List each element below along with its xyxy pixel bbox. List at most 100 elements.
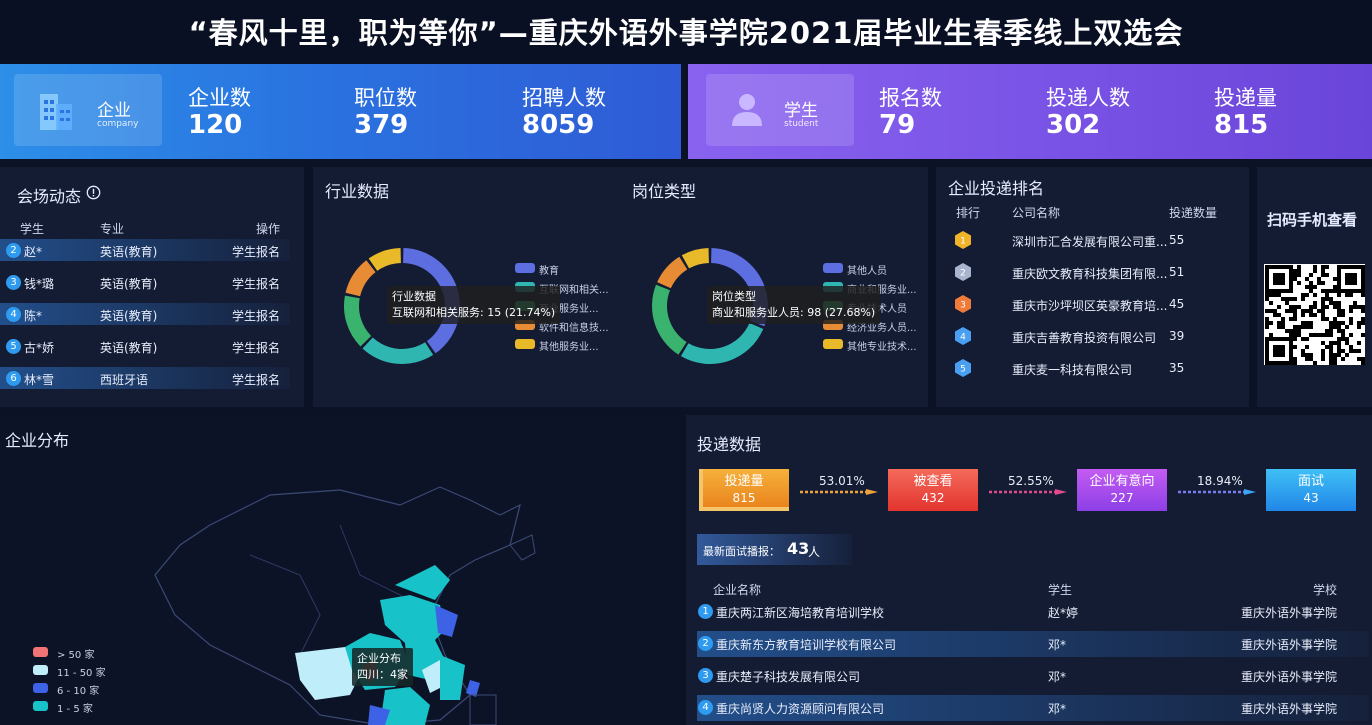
qr-panel: 扫码手机查看: [1257, 167, 1372, 407]
donut-slice-1[interactable]: [362, 337, 434, 364]
delivery-count-value: 815: [1214, 110, 1269, 140]
ranking-panel: 企业投递排名 排行 公司名称 投递数量 1 深圳市汇合发展有限公司重... 55…: [936, 167, 1249, 407]
donut-slice-2[interactable]: [344, 295, 372, 347]
silver-medal-icon: 2: [955, 263, 971, 281]
info-circle-icon[interactable]: [86, 185, 101, 200]
funnel-arrow-icon: [1178, 489, 1256, 495]
ranking-company-name: 深圳市汇合发展有限公司重...: [1012, 235, 1168, 249]
latest-interview-banner: 最新面试播报： 43 人: [697, 534, 852, 565]
venue-header-student: 学生: [20, 222, 45, 236]
company-count-label: 企业数: [188, 86, 251, 110]
map-region: [440, 655, 465, 700]
legend-swatch[interactable]: [823, 263, 843, 273]
venue-title: 会场动态: [17, 187, 82, 206]
ranking-company-name: 重庆欧文教育科技集团有限...: [1012, 267, 1168, 281]
venue-row-action: 学生报名: [232, 277, 281, 291]
donut-slice-3[interactable]: [657, 256, 688, 289]
map-legend-item[interactable]: 1 - 5 家: [57, 700, 93, 715]
position-legend-item[interactable]: 其他人员: [847, 262, 887, 277]
signup-count-label: 报名数: [879, 86, 942, 110]
funnel-step-interview: 面试 43: [1266, 469, 1356, 511]
latest-interview-label: 最新面试播报：: [703, 545, 780, 558]
donut-slice-4[interactable]: [681, 248, 709, 269]
delivery-title: 投递数据: [697, 435, 762, 454]
ranking-count: 55: [1169, 233, 1185, 247]
funnel-rate: 18.94%: [1197, 474, 1243, 488]
industry-legend-item[interactable]: 教育: [539, 262, 559, 277]
legend-swatch[interactable]: [823, 339, 843, 349]
venue-row-student: 古*娇: [24, 341, 55, 355]
venue-row-action: 学生报名: [232, 245, 281, 259]
venue-row-number: 5: [6, 339, 21, 354]
qr-code-icon[interactable]: [1264, 264, 1365, 365]
map-legend-swatch[interactable]: [33, 647, 48, 657]
venue-panel: 会场动态 学生 专业 操作 2 赵* 英语(教育) 学生报名 3 钱*璐 英语(…: [0, 167, 304, 407]
venue-row-major: 英语(教育): [100, 309, 158, 323]
student-label: 学生: [784, 101, 818, 121]
venue-row-student: 林*雪: [24, 373, 55, 387]
legend-swatch[interactable]: [515, 263, 535, 273]
funnel-arrow-icon: [989, 489, 1067, 495]
map-title: 企业分布: [5, 431, 70, 450]
funnel-step-intent: 企业有意向 227: [1077, 469, 1167, 511]
map-legend-item[interactable]: 6 - 10 家: [57, 682, 99, 697]
map-panel: 企业分布 > 50 家 11 - 50 家 6 - 10 家 1 - 5 家 企…: [0, 415, 680, 725]
venue-row-number: 6: [6, 371, 21, 386]
hire-count-label: 招聘人数: [522, 86, 606, 110]
svg-text:1: 1: [960, 237, 966, 247]
interview-row-student: 邓*: [1048, 638, 1067, 652]
ranking-company-name: 重庆市沙坪坝区英豪教育培...: [1012, 299, 1168, 313]
ranking-count: 51: [1169, 265, 1185, 279]
charts-panel: 行业数据 岗位类型 教育 互联网和相关... 商业服务业... 软件和信息技..…: [313, 167, 928, 407]
map-legend-swatch[interactable]: [33, 683, 48, 693]
map-legend-item[interactable]: 11 - 50 家: [57, 664, 106, 679]
interview-row-school: 重庆外语外事学院: [1241, 638, 1338, 652]
map-region: [380, 687, 430, 725]
funnel-rate: 53.01%: [819, 474, 865, 488]
svg-text:3: 3: [960, 301, 966, 311]
venue-row-major: 西班牙语: [100, 373, 149, 387]
hire-count-value: 8059: [522, 110, 595, 140]
map-legend-item[interactable]: > 50 家: [57, 646, 94, 661]
ranking-count: 35: [1169, 361, 1185, 375]
rank-badge-icon: 5: [955, 359, 971, 377]
venue-row-action: 学生报名: [232, 309, 281, 323]
venue-row-action: 学生报名: [232, 341, 281, 355]
svg-text:4: 4: [960, 333, 966, 343]
map-legend-swatch[interactable]: [33, 701, 48, 711]
interview-row-student: 邓*: [1048, 702, 1067, 716]
donut-slice-4[interactable]: [368, 248, 401, 271]
ranking-header-company: 公司名称: [1012, 206, 1061, 220]
venue-row-student: 赵*: [24, 245, 43, 259]
industry-tooltip: 行业数据 互联网和相关服务: 15 (21.74%): [387, 286, 561, 324]
page-title: “春风十里，职为等你”—重庆外语外事学院2021届毕业生春季线上双选会: [0, 0, 1372, 64]
venue-row-number: 3: [6, 275, 21, 290]
building-icon: [40, 94, 72, 130]
position-legend-item[interactable]: 其他专业技术...: [847, 338, 917, 353]
map-region: [466, 680, 480, 697]
interview-row-company: 重庆两江新区海培教育培训学校: [716, 606, 885, 620]
qr-title: 扫码手机查看: [1267, 211, 1358, 229]
venue-row-student: 钱*璐: [24, 277, 55, 291]
latest-interview-count: 43: [787, 539, 810, 558]
donut-slice-2[interactable]: [652, 284, 687, 355]
venue-header-action: 操作: [256, 222, 281, 236]
interview-header-school: 学校: [1313, 583, 1338, 597]
venue-row-major: 英语(教育): [100, 277, 158, 291]
interview-row-number: 1: [698, 604, 713, 619]
china-map[interactable]: [140, 465, 680, 725]
donut-slice-1[interactable]: [680, 323, 764, 364]
position-tooltip: 岗位类型 商业和服务业人员: 98 (27.68%): [707, 286, 881, 324]
map-legend-swatch[interactable]: [33, 665, 48, 675]
interview-row-company: 重庆尚贤人力资源顾问有限公司: [716, 702, 885, 716]
legend-swatch[interactable]: [515, 339, 535, 349]
company-banner: 企业 company 企业数 120 职位数 379 招聘人数 8059: [0, 64, 681, 159]
company-label: 企业: [97, 101, 131, 121]
company-count-value: 120: [188, 110, 243, 140]
position-count-value: 379: [354, 110, 409, 140]
industry-legend-item[interactable]: 其他服务业...: [539, 338, 599, 353]
delivery-count-label: 投递量: [1214, 86, 1277, 110]
interview-row-number: 4: [698, 700, 713, 715]
map-region: [395, 565, 450, 600]
donut-slice-3[interactable]: [345, 260, 376, 297]
